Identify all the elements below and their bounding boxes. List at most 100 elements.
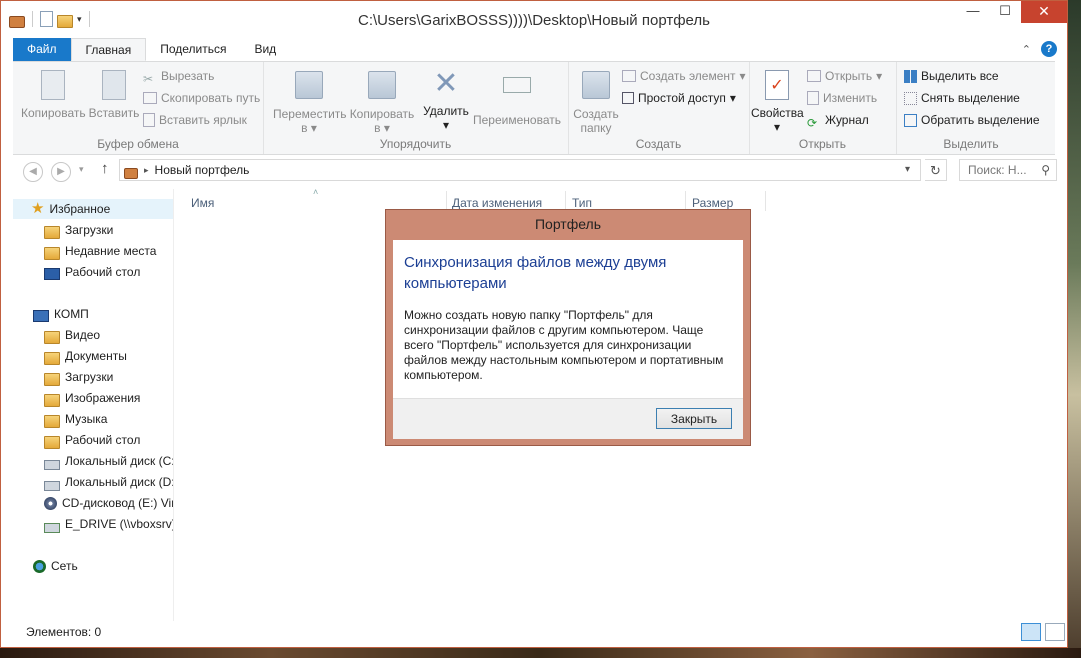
minimize-button[interactable]: —	[957, 1, 989, 23]
copy-icon	[41, 70, 65, 100]
rename-icon	[503, 77, 531, 93]
nav-fav-downloads[interactable]: Загрузки	[13, 220, 113, 240]
select-none-icon	[904, 91, 917, 105]
nav-network[interactable]: Сеть	[13, 556, 78, 576]
breadcrumb-current[interactable]: Новый портфель	[155, 163, 250, 177]
videos-folder-icon	[44, 330, 60, 344]
details-view-icon[interactable]	[1021, 623, 1041, 641]
dialog-close-button[interactable]: Закрыть	[656, 408, 732, 429]
nav-drive-d[interactable]: Локальный диск (D:	[13, 472, 173, 492]
nav-drive-c[interactable]: Локальный диск (C:	[13, 451, 173, 471]
dialog-title: Портфель	[534, 216, 602, 232]
new-item-button[interactable]: Создать элемент ▾	[622, 66, 746, 86]
forward-button[interactable]: ▶	[51, 162, 71, 182]
briefcase-dialog: Портфель Синхронизация файлов между двум…	[385, 209, 751, 446]
dialog-heading: Синхронизация файлов между двумя компьют…	[404, 254, 667, 292]
ribbon-collapse-icon[interactable]: ⌃	[1022, 43, 1031, 56]
select-none-button[interactable]: Снять выделение	[904, 88, 1020, 108]
nav-videos[interactable]: Видео	[13, 325, 100, 345]
group-create: Создать папку Создать элемент ▾ Простой …	[568, 62, 750, 154]
paste-shortcut-button[interactable]: Вставить ярлык	[143, 110, 247, 130]
group-organize: Переместить в ▾ Копировать в ▾ ✕ Удалить…	[263, 62, 569, 154]
navigation-bar: ◀ ▶ ▾ ↑ ▸ Новый портфель ▾ ↻ Поиск: Н...…	[13, 156, 1057, 186]
easy-access-button[interactable]: Простой доступ ▾	[622, 88, 736, 108]
caption-buttons: — ☐ ✕	[957, 1, 1067, 23]
maximize-button[interactable]: ☐	[989, 1, 1021, 23]
desktop-folder-icon	[44, 435, 60, 449]
delete-button[interactable]: ✕ Удалить ▾	[423, 67, 469, 133]
desktop-icon	[44, 268, 60, 280]
ribbon-tabs: Файл Главная Поделиться Вид	[13, 38, 290, 61]
nav-favorites[interactable]: ★ Избранное	[13, 199, 173, 219]
scissors-icon: ✂	[143, 72, 154, 86]
edit-icon	[807, 91, 819, 105]
close-button[interactable]: ✕	[1021, 1, 1067, 23]
nav-network-drive[interactable]: E_DRIVE (\\vboxsrv) (	[13, 514, 173, 534]
shortcut-icon	[143, 113, 155, 127]
large-icons-view-icon[interactable]	[1045, 623, 1065, 641]
select-all-button[interactable]: Выделить все	[904, 66, 999, 86]
up-button[interactable]: ↑	[101, 160, 109, 177]
delete-x-icon: ✕	[433, 67, 459, 100]
window-title: C:\Users\GarixBOSSS))))\Desktop\Новый по…	[358, 12, 710, 29]
address-bar[interactable]: ▸ Новый портфель	[119, 159, 921, 181]
status-item-count: Элементов: 0	[26, 625, 102, 639]
group-open: ✓ Свойства ▾ Открыть ▾ Изменить ⟳ Журнал…	[749, 62, 897, 154]
nav-fav-recent[interactable]: Недавние места	[13, 241, 156, 261]
tab-file[interactable]: Файл	[13, 38, 71, 61]
properties-button[interactable]: ✓ Свойства ▾	[751, 68, 804, 134]
nav-desktop[interactable]: Рабочий стол	[13, 430, 140, 450]
tab-share[interactable]: Поделиться	[146, 38, 240, 61]
network-drive-icon	[44, 523, 60, 533]
invert-selection-icon	[904, 113, 917, 127]
windows-drive-icon	[44, 460, 60, 470]
dialog-footer: Закрыть	[393, 398, 743, 439]
paste-button[interactable]: Вставить	[87, 68, 141, 120]
nav-downloads[interactable]: Загрузки	[13, 367, 113, 387]
copy-to-button[interactable]: Копировать в ▾	[347, 68, 417, 135]
group-select: Выделить все Снять выделение Обратить вы…	[896, 62, 1046, 154]
move-to-button[interactable]: Переместить в ▾	[273, 68, 347, 135]
copy-path-button[interactable]: Скопировать путь	[143, 88, 260, 108]
music-folder-icon	[44, 414, 60, 428]
nav-music[interactable]: Музыка	[13, 409, 107, 429]
recent-locations-icon[interactable]: ▾	[79, 164, 84, 175]
tab-view[interactable]: Вид	[240, 38, 290, 61]
ribbon-controls: ⌃ ?	[1022, 41, 1057, 57]
refresh-button[interactable]: ↻	[925, 159, 947, 181]
search-input[interactable]: Поиск: Н... ⚲	[959, 159, 1057, 181]
select-all-icon	[904, 69, 917, 83]
downloads-folder-icon	[44, 225, 60, 239]
history-icon: ⟳	[807, 116, 818, 130]
open-icon	[807, 70, 821, 82]
copy-button[interactable]: Копировать	[21, 68, 86, 120]
recent-places-icon	[44, 246, 60, 260]
column-header-name[interactable]: Имя	[191, 193, 214, 213]
cut-button[interactable]: ✂ Вырезать	[143, 66, 214, 86]
explorer-window: ▾ C:\Users\GarixBOSSS))))\Desktop\Новый …	[0, 0, 1068, 648]
search-icon: ⚲	[1041, 163, 1050, 177]
back-button[interactable]: ◀	[23, 162, 43, 182]
invert-selection-button[interactable]: Обратить выделение	[904, 110, 1040, 130]
nav-pictures[interactable]: Изображения	[13, 388, 140, 408]
nav-cd-drive[interactable]: CD-дисковод (E:) Vir	[13, 493, 173, 513]
navigation-pane: ★ Избранное Загрузки Недавние места Рабо…	[13, 189, 173, 621]
nav-documents[interactable]: Документы	[13, 346, 127, 366]
help-icon[interactable]: ?	[1041, 41, 1057, 57]
downloads-folder-icon	[44, 372, 60, 386]
breadcrumb-chevron-icon[interactable]: ▸	[144, 165, 149, 176]
briefcase-address-icon	[124, 167, 138, 179]
open-button[interactable]: Открыть ▾	[807, 66, 882, 86]
sort-ascending-icon: ˄	[313, 187, 319, 197]
tab-home[interactable]: Главная	[70, 38, 147, 61]
ribbon: Копировать Вставить ✂ Вырезать Скопирова…	[13, 61, 1055, 155]
nav-fav-desktop[interactable]: Рабочий стол	[13, 262, 140, 282]
address-dropdown-icon[interactable]: ▾	[905, 164, 910, 175]
history-button[interactable]: ⟳ Журнал	[807, 110, 869, 130]
new-folder-button[interactable]: Создать папку	[572, 68, 620, 135]
rename-button[interactable]: Переименовать	[471, 68, 563, 127]
edit-button[interactable]: Изменить	[807, 88, 877, 108]
title-bar: ▾ C:\Users\GarixBOSSS))))\Desktop\Новый …	[1, 1, 1067, 39]
dialog-body: Синхронизация файлов между двумя компьют…	[393, 240, 743, 439]
nav-computer[interactable]: КОМП	[13, 304, 89, 324]
